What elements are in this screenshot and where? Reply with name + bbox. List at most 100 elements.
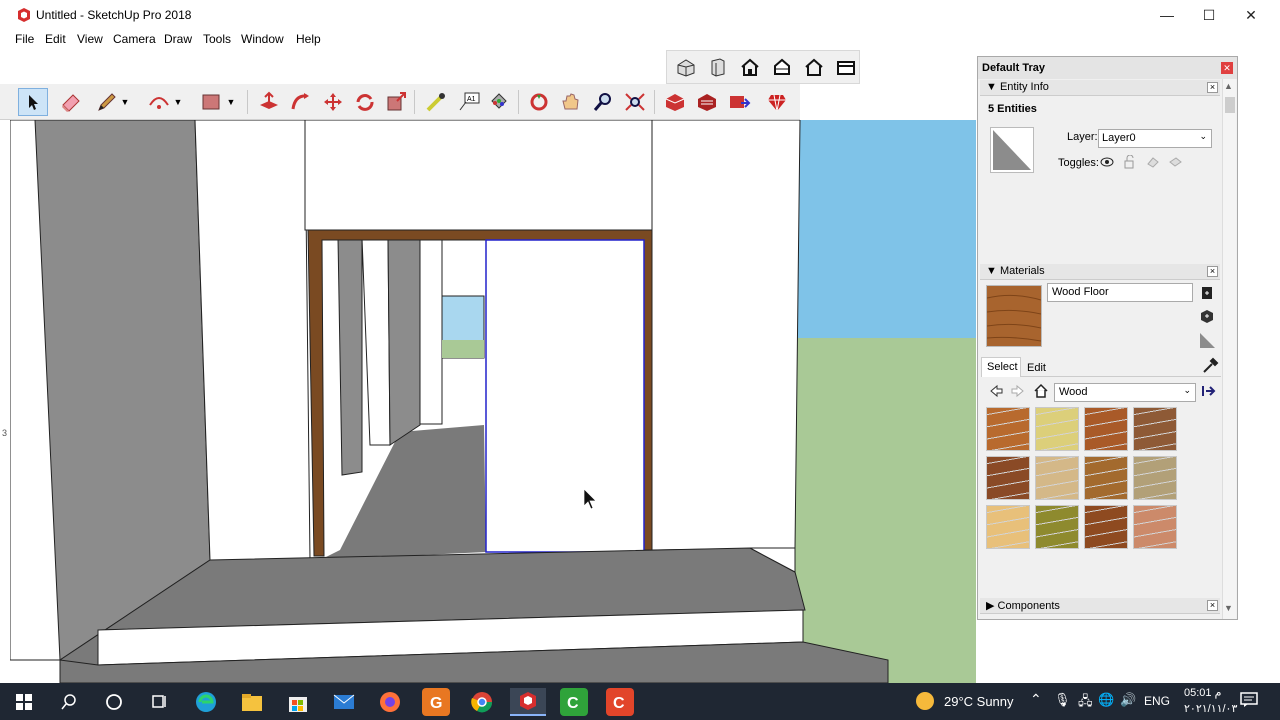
default-material-button[interactable] (1198, 331, 1216, 349)
start-button[interactable] (10, 688, 38, 716)
create-material-button[interactable] (1198, 307, 1216, 325)
top-view-button[interactable] (705, 54, 731, 80)
menu-file[interactable]: File (15, 32, 34, 46)
receive-shadows-toggle[interactable] (1168, 155, 1182, 169)
display-secondary-button[interactable] (1200, 285, 1214, 301)
sketchup-taskbar-app[interactable] (510, 688, 546, 716)
material-swatch[interactable] (1133, 407, 1177, 451)
3d-warehouse-button[interactable] (662, 89, 688, 115)
forward-nav-button[interactable] (1010, 383, 1026, 399)
tray-close-button[interactable]: ✕ (1221, 62, 1233, 74)
materials-header[interactable]: ▼ Materials × (980, 264, 1220, 280)
selected-door[interactable] (485, 239, 645, 553)
tab-edit[interactable]: Edit (1025, 359, 1048, 377)
chevron-up-icon[interactable]: ⌃ (1030, 691, 1042, 708)
components-header[interactable]: ▶ Components × (980, 598, 1220, 614)
move-tool-button[interactable] (320, 89, 346, 115)
library-select[interactable]: Wood ⌄ (1054, 383, 1196, 402)
material-swatch[interactable] (1133, 456, 1177, 500)
arc-tool-button[interactable] (146, 89, 172, 115)
network-icon[interactable]: 🖧 (1078, 692, 1093, 714)
scroll-thumb[interactable] (1225, 97, 1235, 113)
share-model-button[interactable] (694, 89, 720, 115)
material-swatch[interactable] (1133, 505, 1177, 549)
push-pull-button[interactable] (256, 89, 282, 115)
follow-me-button[interactable] (288, 89, 314, 115)
edge-app[interactable] (192, 688, 220, 716)
lock-toggle[interactable] (1123, 154, 1137, 169)
menu-help[interactable]: Help (296, 32, 321, 46)
menu-window[interactable]: Window (241, 32, 284, 46)
entity-info-header[interactable]: ▼ Entity Info × (980, 80, 1220, 96)
microphone-icon[interactable]: 🎙 (1054, 692, 1071, 708)
extension-warehouse-button[interactable] (764, 89, 790, 115)
right-view-button[interactable] (769, 54, 795, 80)
menu-camera[interactable]: Camera (113, 32, 156, 46)
weather-text[interactable]: 29°C Sunny (944, 694, 1014, 709)
sample-paint-button[interactable] (1201, 357, 1219, 375)
scale-tool-button[interactable] (384, 89, 410, 115)
material-name-field[interactable]: Wood Floor (1047, 283, 1193, 302)
rectangle-dropdown[interactable]: ▼ (224, 89, 238, 115)
clock-time[interactable]: 05:01 م (1184, 686, 1221, 699)
task-view-button[interactable] (145, 688, 173, 716)
components-close-button[interactable]: × (1207, 600, 1218, 611)
model-viewport[interactable] (10, 120, 976, 683)
left-view-button[interactable] (833, 54, 859, 80)
notifications-button[interactable] (1240, 692, 1258, 708)
tray-scrollbar[interactable]: ▲ ▼ (1222, 79, 1236, 619)
rotate-tool-button[interactable] (352, 89, 378, 115)
in-model-button[interactable] (1033, 383, 1049, 399)
material-swatch[interactable] (1084, 456, 1128, 500)
material-swatch[interactable] (1084, 407, 1128, 451)
camtasia-red-app[interactable]: C (606, 688, 634, 716)
zoom-tool-button[interactable] (590, 89, 616, 115)
back-nav-button[interactable] (988, 383, 1004, 399)
menu-edit[interactable]: Edit (45, 32, 66, 46)
zoom-extents-button[interactable] (622, 89, 648, 115)
camtasia-green-app[interactable]: C (560, 688, 588, 716)
line-tool-button[interactable] (94, 89, 120, 115)
material-swatch[interactable] (986, 407, 1030, 451)
orbit-tool-button[interactable] (526, 89, 552, 115)
iso-view-button[interactable] (673, 54, 699, 80)
store-app[interactable] (284, 688, 312, 716)
mail-app[interactable] (330, 688, 358, 716)
menu-draw[interactable]: Draw (164, 32, 192, 46)
layer-select[interactable]: Layer0 ⌄ (1098, 129, 1212, 148)
arc-dropdown[interactable]: ▼ (171, 89, 185, 115)
paint-bucket-button[interactable] (486, 89, 512, 115)
volume-icon[interactable]: 🔊 (1120, 692, 1136, 708)
minimize-button[interactable]: — (1145, 0, 1189, 30)
front-view-button[interactable] (737, 54, 763, 80)
camtasia-app[interactable]: G (422, 688, 450, 716)
firefox-app[interactable] (376, 688, 404, 716)
text-tool-button[interactable]: A1 (456, 89, 482, 115)
scroll-up-icon[interactable]: ▲ (1224, 81, 1233, 91)
entity-info-close-button[interactable]: × (1207, 82, 1218, 93)
select-tool-button[interactable] (18, 88, 48, 116)
search-button[interactable] (55, 688, 83, 716)
pan-tool-button[interactable] (558, 89, 584, 115)
material-swatch[interactable] (1035, 505, 1079, 549)
close-button[interactable]: ✕ (1229, 0, 1273, 30)
globe-icon[interactable]: 🌐 (1098, 692, 1114, 708)
material-swatch[interactable] (1035, 407, 1079, 451)
material-swatch[interactable] (1084, 505, 1128, 549)
cortana-button[interactable] (100, 688, 128, 716)
back-view-button[interactable] (801, 54, 827, 80)
cast-shadows-toggle[interactable] (1146, 155, 1160, 169)
menu-view[interactable]: View (77, 32, 103, 46)
language-indicator[interactable]: ENG (1144, 694, 1170, 708)
line-dropdown[interactable]: ▼ (118, 89, 132, 115)
tab-select[interactable]: Select (981, 357, 1021, 377)
material-swatch[interactable] (986, 505, 1030, 549)
file-explorer-app[interactable] (238, 688, 266, 716)
clock-date[interactable]: ٢٠٢١/١١/٠٣ (1184, 702, 1237, 715)
eraser-tool-button[interactable] (58, 89, 84, 115)
details-button[interactable] (1200, 383, 1216, 399)
tape-measure-button[interactable] (424, 89, 450, 115)
visibility-toggle[interactable] (1100, 155, 1114, 169)
rectangle-tool-button[interactable] (198, 89, 224, 115)
chrome-app[interactable] (468, 688, 496, 716)
